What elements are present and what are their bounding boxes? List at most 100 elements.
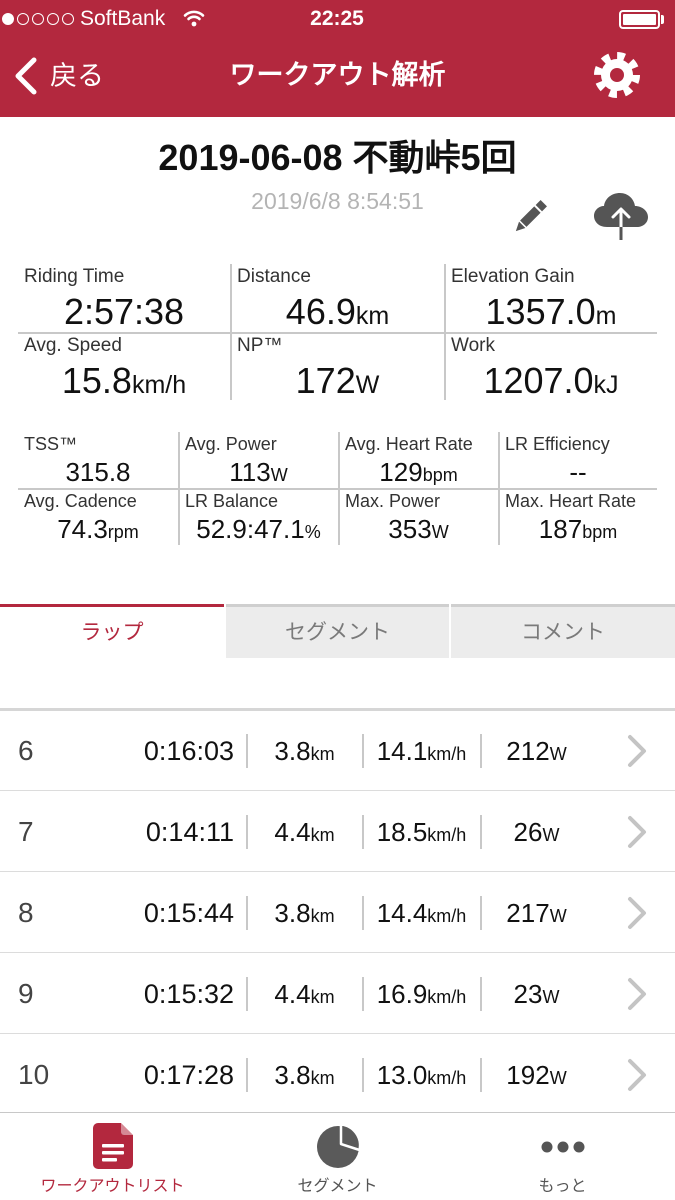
tab-laps[interactable]: ラップ xyxy=(0,604,224,658)
tabbar-more[interactable]: もっと xyxy=(450,1113,675,1200)
lap-row[interactable]: 6 0:16:03 3.8km 14.1km/h 212W xyxy=(0,711,675,791)
lap-distance: 4.4km xyxy=(247,974,362,1017)
metric-unit: bpm xyxy=(422,465,458,485)
stat-number: 2:57:38 xyxy=(63,291,185,332)
metric-label: Max. Heart Rate xyxy=(505,491,637,511)
metric-label: LR Balance xyxy=(185,491,279,511)
metric-avg-power: Avg. Power 113W xyxy=(179,432,338,488)
metric-unit: rpm xyxy=(107,522,139,542)
stat-distance: Distance 46.9km xyxy=(231,264,444,332)
lap-time: 0:17:28 xyxy=(143,1060,234,1090)
lap-row[interactable]: 9 0:15:32 4.4km 16.9km/h 23W xyxy=(0,954,675,1034)
lap-distance-unit: km xyxy=(310,987,335,1007)
stat-label: Elevation Gain xyxy=(451,266,575,287)
edit-button[interactable] xyxy=(508,195,552,239)
bottom-tab-bar: ワークアウトリスト セグメント もっと xyxy=(0,1112,675,1200)
stat-elevation-gain: Elevation Gain 1357.0m xyxy=(445,264,657,332)
lap-number: 6 xyxy=(18,735,34,766)
metric-value: 74.3rpm xyxy=(18,515,178,546)
metric-label: Avg. Heart Rate xyxy=(345,434,473,454)
document-icon xyxy=(92,1123,133,1169)
lap-distance: 3.8km xyxy=(247,893,362,936)
page-title: ワークアウト解析 xyxy=(229,60,446,90)
lap-speed: 14.1km/h xyxy=(363,731,480,774)
metric-avg-cadence: Avg. Cadence 74.3rpm xyxy=(18,489,178,545)
chevron-right-icon xyxy=(628,735,646,767)
signal-dot xyxy=(32,13,44,25)
lap-power-unit: W xyxy=(549,744,567,764)
lap-power: 23W xyxy=(481,974,592,1017)
tab-segments[interactable]: セグメント xyxy=(226,604,449,658)
lap-power-value: 26 xyxy=(513,817,543,847)
lap-power-value: 23 xyxy=(513,979,543,1009)
lap-distance: 3.8km xyxy=(247,1055,362,1098)
stat-unit: m xyxy=(595,302,617,330)
back-button[interactable]: 戻る xyxy=(0,46,120,108)
lap-distance: 3.8km xyxy=(247,731,362,774)
wifi-icon xyxy=(183,10,205,27)
gear-icon[interactable] xyxy=(593,51,641,99)
stat-unit: km/h xyxy=(131,371,187,399)
metric-value: 187bpm xyxy=(499,515,657,546)
stat-value: 46.9km xyxy=(231,292,444,336)
stat-unit: km xyxy=(355,302,390,330)
workout-datetime: 2019/6/8 8:54:51 xyxy=(251,188,424,214)
tabbar-label: セグメント xyxy=(297,1178,378,1195)
lap-power-unit: W xyxy=(542,987,560,1007)
lap-distance-unit: km xyxy=(310,1068,335,1088)
tabbar-segments[interactable]: セグメント xyxy=(225,1113,450,1200)
lap-power-value: 192 xyxy=(506,1060,550,1090)
lap-distance-value: 3.8 xyxy=(274,736,311,766)
back-label: 戻る xyxy=(50,61,104,91)
metric-unit: W xyxy=(431,522,449,542)
lap-power-value: 217 xyxy=(506,898,550,928)
signal-dot xyxy=(62,13,74,25)
upload-button[interactable] xyxy=(592,191,650,241)
stat-avg-speed: Avg. Speed 15.8km/h xyxy=(18,333,230,401)
metric-number: 353 xyxy=(388,514,432,544)
stat-number: 1207.0 xyxy=(483,360,594,401)
tabbar-label: ワークアウトリスト xyxy=(40,1178,185,1195)
lap-distance-value: 4.4 xyxy=(274,979,311,1009)
metric-number: -- xyxy=(569,457,587,487)
stat-value: 2:57:38 xyxy=(18,292,230,332)
metric-lr-balance: LR Balance 52.9:47.1% xyxy=(179,489,338,545)
lap-speed: 14.4km/h xyxy=(363,893,480,936)
grid-divider xyxy=(18,332,657,334)
lap-time: 0:14:11 xyxy=(145,817,234,847)
lap-row[interactable]: 7 0:14:11 4.4km 18.5km/h 26W xyxy=(0,792,675,872)
metric-number: 113 xyxy=(229,457,271,487)
stat-number: 172 xyxy=(295,360,356,401)
tab-label: セグメント xyxy=(285,621,390,644)
metric-label: LR Efficiency xyxy=(505,434,610,454)
lap-time: 0:15:32 xyxy=(143,979,234,1009)
metric-unit: % xyxy=(304,522,321,542)
lap-distance-value: 3.8 xyxy=(274,898,311,928)
tab-comments[interactable]: コメント xyxy=(451,604,675,658)
pie-chart-icon xyxy=(316,1123,361,1168)
lap-row[interactable]: 8 0:15:44 3.8km 14.4km/h 217W xyxy=(0,873,675,953)
stat-np: NP™ 172W xyxy=(231,333,444,401)
lap-speed-value: 14.4 xyxy=(376,898,428,928)
workout-title: 2019-06-08 不動峠5回 xyxy=(158,137,517,178)
more-dots-icon xyxy=(541,1141,584,1153)
lap-power-unit: W xyxy=(549,1068,567,1088)
metric-avg-heart-rate: Avg. Heart Rate 129bpm xyxy=(339,432,498,488)
chevron-left-icon xyxy=(15,57,37,95)
chevron-right-icon xyxy=(628,897,646,929)
metric-label: Max. Power xyxy=(345,491,441,511)
stat-riding-time: Riding Time 2:57:38 xyxy=(18,264,230,332)
metric-label: TSS™ xyxy=(24,434,78,454)
stat-value: 172W xyxy=(231,361,444,405)
lap-speed-unit: km/h xyxy=(427,906,467,926)
lap-number: 10 xyxy=(18,1059,50,1090)
stat-unit: W xyxy=(355,371,380,399)
metric-value: 315.8 xyxy=(18,458,178,486)
lap-distance-value: 4.4 xyxy=(274,817,311,847)
stat-label: Avg. Speed xyxy=(24,335,122,356)
lap-power-value: 212 xyxy=(506,736,550,766)
lap-row[interactable]: 10 0:17:28 3.8km 13.0km/h 192W xyxy=(0,1035,675,1115)
tabbar-workout-list[interactable]: ワークアウトリスト xyxy=(0,1113,225,1200)
lap-distance-unit: km xyxy=(310,906,335,926)
stat-number: 46.9 xyxy=(285,291,356,332)
